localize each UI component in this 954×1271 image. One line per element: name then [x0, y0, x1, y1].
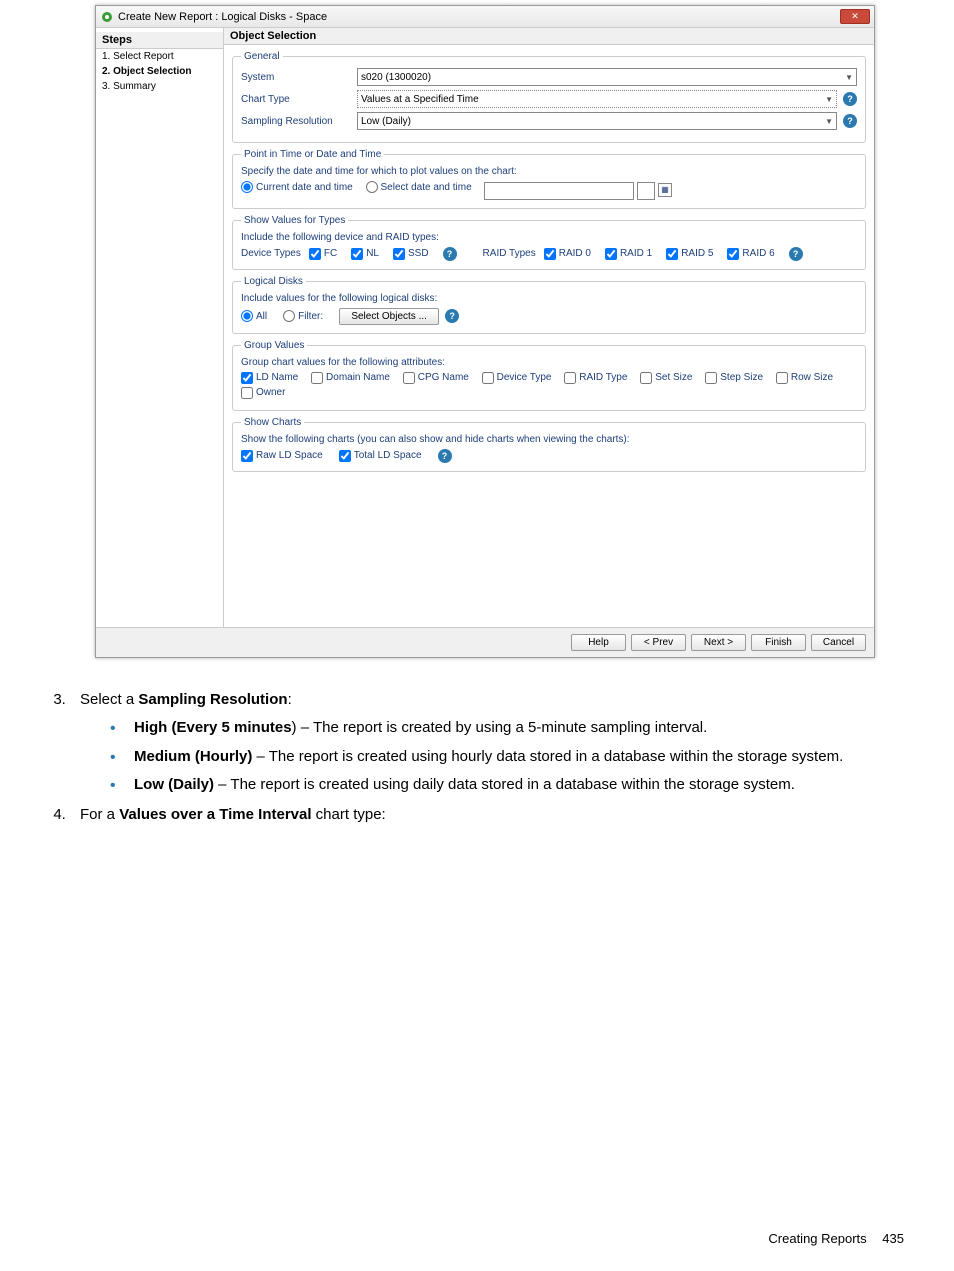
doc-bullet-medium: Medium (Hourly) – The report is created …	[110, 747, 900, 767]
help-icon[interactable]: ?	[789, 247, 803, 261]
help-icon[interactable]: ?	[438, 449, 452, 463]
pit-desc: Specify the date and time for which to p…	[241, 166, 857, 177]
nl-checkbox[interactable]: NL	[351, 248, 379, 260]
ld-desc: Include values for the following logical…	[241, 293, 857, 304]
chart-type-dropdown[interactable]: Values at a Specified Time ▼	[357, 90, 837, 108]
step-2: 2. Object Selection	[96, 64, 223, 79]
logical-disks-group: Logical Disks Include values for the fol…	[232, 276, 866, 334]
footer-label: Creating Reports	[768, 1231, 866, 1246]
svt-legend: Show Values for Types	[241, 215, 348, 226]
steps-header: Steps	[96, 32, 223, 49]
svt-desc: Include the following device and RAID ty…	[241, 232, 857, 243]
filter-radio[interactable]: Filter:	[283, 310, 323, 322]
cpg-checkbox[interactable]: CPG Name	[403, 372, 469, 384]
stepsize-checkbox[interactable]: Step Size	[705, 372, 763, 384]
help-icon[interactable]: ?	[843, 92, 857, 106]
page-number: 435	[882, 1231, 904, 1246]
content-area: General System s020 (1300020) ▼ Chart Ty…	[224, 45, 874, 627]
chevron-down-icon: ▼	[825, 95, 833, 104]
point-in-time-group: Point in Time or Date and Time Specify t…	[232, 149, 866, 209]
chart-type-value: Values at a Specified Time	[361, 94, 479, 105]
step-3: 3. Summary	[96, 79, 223, 94]
rowsize-checkbox[interactable]: Row Size	[776, 372, 833, 384]
next-button[interactable]: Next >	[691, 634, 746, 651]
close-icon[interactable]: ✕	[840, 9, 870, 24]
calendar-icon[interactable]: ▦	[658, 183, 672, 197]
total-ld-checkbox[interactable]: Total LD Space	[339, 450, 422, 462]
device-types-label: Device Types	[241, 248, 301, 259]
system-label: System	[241, 72, 351, 83]
chevron-down-icon: ▼	[845, 73, 853, 82]
group-values-group: Group Values Group chart values for the …	[232, 340, 866, 411]
sampling-resolution-value: Low (Daily)	[361, 116, 411, 127]
show-charts-group: Show Charts Show the following charts (y…	[232, 417, 866, 472]
prev-button[interactable]: < Prev	[631, 634, 686, 651]
gv-desc: Group chart values for the following att…	[241, 357, 857, 368]
chart-type-label: Chart Type	[241, 94, 351, 105]
doc-bullet-high: High (Every 5 minutes) – The report is c…	[110, 718, 900, 738]
raid1-checkbox[interactable]: RAID 1	[605, 248, 652, 260]
doc-step-4: For a Values over a Time Interval chart …	[70, 805, 900, 825]
titlebar[interactable]: Create New Report : Logical Disks - Spac…	[96, 6, 874, 28]
fc-checkbox[interactable]: FC	[309, 248, 337, 260]
raid0-checkbox[interactable]: RAID 0	[544, 248, 591, 260]
devtype-checkbox[interactable]: Device Type	[482, 372, 552, 384]
raid-types-label: RAID Types	[483, 248, 536, 259]
help-icon[interactable]: ?	[445, 309, 459, 323]
setsize-checkbox[interactable]: Set Size	[640, 372, 692, 384]
ldname-checkbox[interactable]: LD Name	[241, 372, 298, 384]
doc-bullet-low: Low (Daily) – The report is created usin…	[110, 775, 900, 795]
owner-checkbox[interactable]: Owner	[241, 387, 285, 399]
select-objects-button[interactable]: Select Objects ...	[339, 308, 439, 325]
date-input[interactable]	[484, 182, 634, 200]
select-date-radio[interactable]: Select date and time	[366, 181, 472, 193]
finish-button[interactable]: Finish	[751, 634, 806, 651]
cancel-button[interactable]: Cancel	[811, 634, 866, 651]
general-group: General System s020 (1300020) ▼ Chart Ty…	[232, 51, 866, 143]
domain-checkbox[interactable]: Domain Name	[311, 372, 390, 384]
button-bar: Help < Prev Next > Finish Cancel	[96, 627, 874, 657]
raid6-checkbox[interactable]: RAID 6	[727, 248, 774, 260]
help-button[interactable]: Help	[571, 634, 626, 651]
raidtype-checkbox[interactable]: RAID Type	[564, 372, 627, 384]
raid5-checkbox[interactable]: RAID 5	[666, 248, 713, 260]
help-icon[interactable]: ?	[843, 114, 857, 128]
current-date-radio[interactable]: Current date and time	[241, 181, 353, 193]
ssd-checkbox[interactable]: SSD	[393, 248, 429, 260]
sc-legend: Show Charts	[241, 417, 304, 428]
doc-step-3: Select a Sampling Resolution: High (Ever…	[70, 690, 900, 795]
system-value: s020 (1300020)	[361, 72, 431, 83]
document-text: Select a Sampling Resolution: High (Ever…	[50, 690, 900, 835]
chevron-down-icon: ▼	[825, 117, 833, 126]
ld-legend: Logical Disks	[241, 276, 306, 287]
app-icon	[100, 10, 114, 24]
content-header: Object Selection	[224, 28, 874, 45]
system-dropdown[interactable]: s020 (1300020) ▼	[357, 68, 857, 86]
pit-legend: Point in Time or Date and Time	[241, 149, 384, 160]
step-1: 1. Select Report	[96, 49, 223, 64]
gv-legend: Group Values	[241, 340, 307, 351]
sampling-resolution-dropdown[interactable]: Low (Daily) ▼	[357, 112, 837, 130]
page-footer: Creating Reports 435	[768, 1231, 904, 1246]
sc-desc: Show the following charts (you can also …	[241, 434, 857, 445]
all-radio[interactable]: All	[241, 310, 267, 322]
window-title: Create New Report : Logical Disks - Spac…	[118, 11, 327, 23]
wizard-dialog: Create New Report : Logical Disks - Spac…	[95, 5, 875, 658]
show-values-types-group: Show Values for Types Include the follow…	[232, 215, 866, 270]
sampling-resolution-label: Sampling Resolution	[241, 116, 351, 127]
general-legend: General	[241, 51, 283, 62]
date-spinner[interactable]	[637, 182, 655, 200]
raw-ld-checkbox[interactable]: Raw LD Space	[241, 450, 323, 462]
steps-sidebar: Steps 1. Select Report 2. Object Selecti…	[96, 28, 224, 627]
help-icon[interactable]: ?	[443, 247, 457, 261]
